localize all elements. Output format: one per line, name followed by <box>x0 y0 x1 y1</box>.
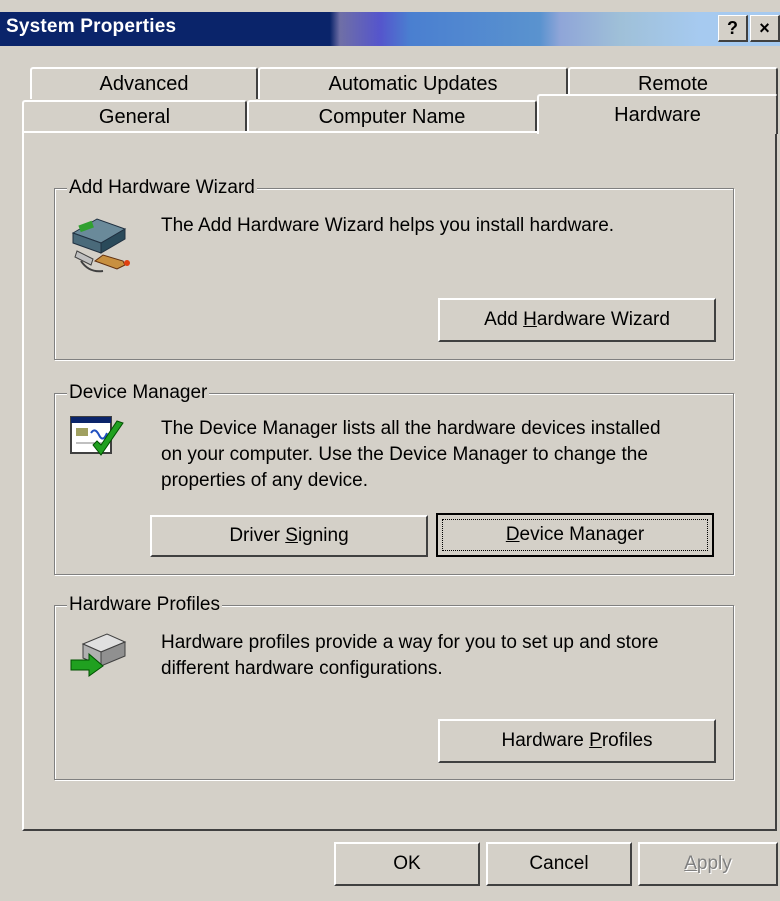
add-hardware-description: The Add Hardware Wizard helps you instal… <box>161 215 615 236</box>
driver-signing-button-label-2: igning <box>297 525 349 546</box>
device-manager-icon <box>70 416 124 456</box>
device-manager-button[interactable]: Device Manager <box>436 513 714 557</box>
add-hardware-wizard-button-label-1: Add <box>484 309 524 330</box>
help-button[interactable]: ? <box>718 15 748 42</box>
hardware-profiles-icon <box>70 633 127 677</box>
tab-advanced[interactable]: Advanced <box>30 67 258 99</box>
driver-signing-button-label-1: Driver <box>229 525 286 546</box>
add-hardware-wizard-button[interactable]: Add Hardware Wizard <box>438 298 716 342</box>
tab-general[interactable]: General <box>22 100 247 132</box>
hardware-profiles-legend: Hardware Profiles <box>67 594 222 616</box>
add-hardware-wizard-button-accel: H <box>523 309 537 330</box>
hardware-profiles-button-label-2: rofiles <box>601 730 653 751</box>
driver-signing-button-accel: S <box>285 525 298 546</box>
tab-automatic-updates[interactable]: Automatic Updates <box>258 67 568 99</box>
device-manager-description-line-1: The Device Manager lists all the hardwar… <box>161 418 661 439</box>
focus-rectangle <box>442 519 708 551</box>
ok-button[interactable]: OK <box>334 842 480 886</box>
device-manager-legend: Device Manager <box>67 382 210 404</box>
apply-button-label: pply <box>696 853 732 874</box>
driver-signing-button[interactable]: Driver Signing <box>150 515 428 557</box>
cancel-button[interactable]: Cancel <box>486 842 632 886</box>
hardware-profiles-button-accel: P <box>589 730 602 751</box>
hardware-profiles-description-line-1: Hardware profiles provide a way for you … <box>161 632 659 653</box>
hardware-tab-panel: Add Hardware Wizard The Add Hardware Wiz… <box>22 131 777 831</box>
hardware-profiles-button[interactable]: Hardware Profiles <box>438 719 716 763</box>
device-manager-description-line-2: on your computer. Use the Device Manager… <box>161 444 648 465</box>
apply-button-accel: A <box>684 853 697 874</box>
hardware-profiles-button-label-1: Hardware <box>501 730 590 751</box>
title-bar[interactable]: System Properties ? × <box>0 0 780 60</box>
add-hardware-wizard-button-label-2: ardware Wizard <box>536 309 670 330</box>
hardware-profiles-description-line-2: different hardware configurations. <box>161 658 443 679</box>
tab-computer-name[interactable]: Computer Name <box>247 100 537 132</box>
window-title: System Properties <box>6 16 177 37</box>
device-manager-description-line-3: properties of any device. <box>161 470 369 491</box>
close-button[interactable]: × <box>750 15 780 42</box>
add-hardware-icon <box>71 218 130 273</box>
tab-hardware[interactable]: Hardware <box>537 94 778 134</box>
apply-button[interactable]: Apply <box>638 842 778 886</box>
add-hardware-legend: Add Hardware Wizard <box>67 177 257 199</box>
